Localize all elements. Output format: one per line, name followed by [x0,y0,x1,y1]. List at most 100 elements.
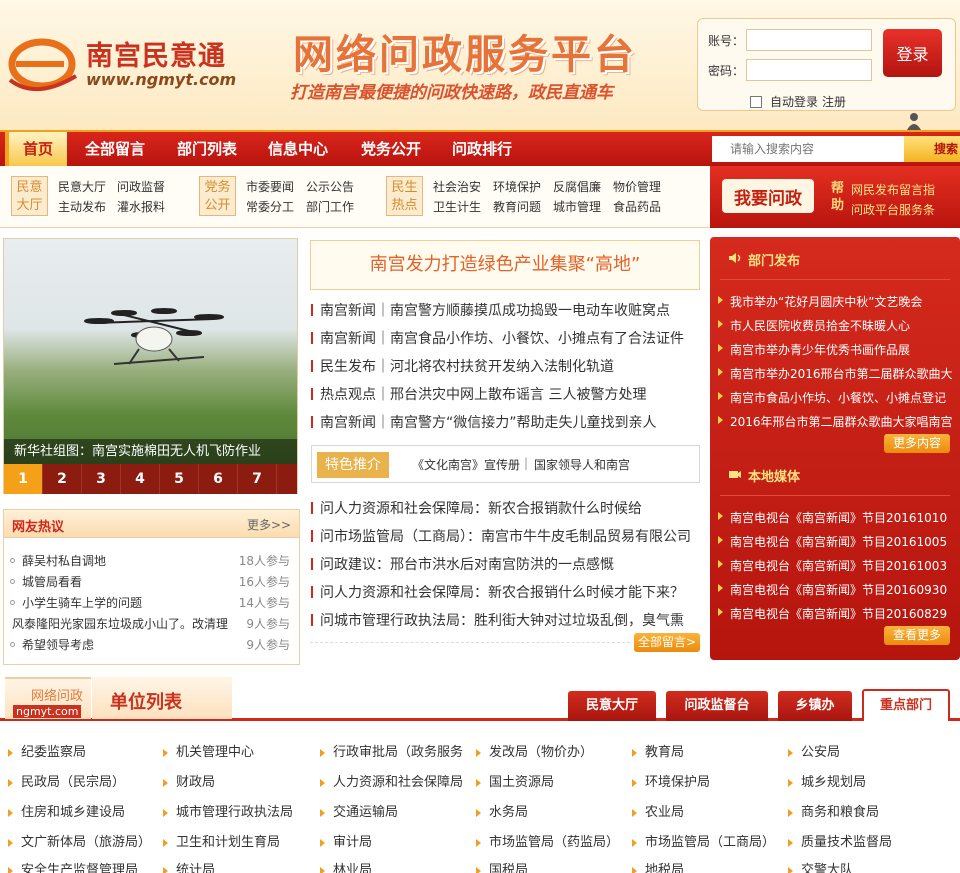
dept-item[interactable]: 南宫市举办2016邢台市第二届群众歌曲大 [718,363,960,383]
slider-image[interactable]: 新华社组图：南宫实施棉田无人机飞防作业 [4,239,297,464]
unit-name[interactable]: 机关管理中心 [176,745,254,760]
unit-link[interactable]: 地税局 [632,859,684,873]
password-input[interactable] [746,59,872,81]
unit-link[interactable]: 教育局 [632,741,684,760]
unit-link[interactable]: 财政局 [163,771,215,790]
subnav-link[interactable]: 灌水报料 [117,198,165,215]
news-item[interactable]: 南宫新闻｜南宫警方“微信接力”帮助走失儿童找到亲人 [311,412,701,432]
media-item-title[interactable]: 南宫电视台《南宫新闻》节目20161003 [730,557,947,574]
slider-tab[interactable]: 6 [199,464,238,494]
hot-topics-more-link[interactable]: 更多>> [247,516,291,533]
slider-caption[interactable]: 新华社组图：南宫实施棉田无人机飞防作业 [4,439,297,464]
unit-link[interactable]: 机关管理中心 [163,741,254,760]
list-item[interactable]: 希望领导考虑 9人参与 [10,634,294,654]
unit-name[interactable]: 财政局 [176,775,215,790]
subnav-link[interactable]: 市委要闻 [246,178,294,195]
auto-login-checkbox[interactable] [750,95,762,108]
subnav-link[interactable]: 物价管理 [613,178,661,195]
dept-item-title[interactable]: 南宫市举办2016邢台市第二届群众歌曲大 [730,365,953,382]
ask-question-button[interactable]: 我要问政 [722,179,814,213]
nav-party-affairs[interactable]: 党务公开 [361,132,421,166]
unit-link[interactable]: 质量技术监督局 [788,831,892,850]
unit-link[interactable]: 水务局 [476,801,528,820]
media-item-title[interactable]: 南宫电视台《南宫新闻》节目20161005 [730,533,947,550]
subnav-link[interactable]: 卫生计生 [433,198,481,215]
media-item[interactable]: 南宫电视台《南宫新闻》节目20161005 [718,531,960,551]
subnav-link[interactable]: 公示公告 [306,178,354,195]
unit-link[interactable]: 城乡规划局 [788,771,866,790]
list-item[interactable]: 风泰隆阳光家园东垃圾成小山了。改清理 9人参与 [10,613,294,633]
dept-item-title[interactable]: 南宫市食品小作坊、小餐饮、小摊点登记 [730,389,946,406]
nav-ranking[interactable]: 问政排行 [452,132,512,166]
unit-link[interactable]: 纪委监察局 [8,741,86,760]
question-item[interactable]: 问城市管理行政执法局：胜利街大钟对过垃圾乱倒，臭气熏 [311,610,689,630]
unit-name[interactable]: 纪委监察局 [21,745,86,760]
unit-link[interactable]: 国土资源局 [476,771,554,790]
list-item[interactable]: 薛吴村私自调地 18人参与 [10,550,294,570]
dept-item[interactable]: 南宫市食品小作坊、小餐饮、小摊点登记 [718,387,960,407]
news-title[interactable]: 热点观点｜邢台洪灾中网上散布谣言 三人被警方处理 [320,384,646,404]
account-input[interactable] [746,29,872,51]
unit-link[interactable]: 公安局 [788,741,840,760]
unit-name[interactable]: 安全生产监督管理局 [21,863,138,873]
list-item[interactable]: 小学生骑车上学的问题 14人参与 [10,592,294,612]
unit-name[interactable]: 文广新体局（旅游局） [21,835,151,850]
unit-name[interactable]: 城乡规划局 [801,775,866,790]
unit-name[interactable]: 交警大队 [801,863,853,873]
unit-link[interactable]: 国税局 [476,859,528,873]
news-title[interactable]: 南宫新闻｜南宫警方“微信接力”帮助走失儿童找到亲人 [320,412,657,432]
login-button[interactable]: 登录 [883,29,942,77]
nav-all-messages[interactable]: 全部留言 [85,132,145,166]
news-item[interactable]: 热点观点｜邢台洪灾中网上散布谣言 三人被警方处理 [311,384,701,404]
media-item-title[interactable]: 南宫电视台《南宫新闻》节目20160829 [730,605,947,622]
unit-name[interactable]: 统计局 [176,863,215,873]
unit-name[interactable]: 人力资源和社会保障局 [333,775,463,790]
slider-tab[interactable]: 7 [238,464,277,494]
dept-item[interactable]: 市人民医院收费员拾金不昧暖人心 [718,315,960,335]
unit-name[interactable]: 水务局 [489,805,528,820]
media-item-title[interactable]: 南宫电视台《南宫新闻》节目20161010 [730,509,947,526]
all-messages-button[interactable]: 全部留言> [634,633,700,652]
unit-name[interactable]: 交通运输局 [333,805,398,820]
media-item-title[interactable]: 南宫电视台《南宫新闻》节目20160930 [730,581,947,598]
media-item[interactable]: 南宫电视台《南宫新闻》节目20160930 [718,579,960,599]
unit-link[interactable]: 行政审批局（政务服务 [320,741,463,760]
slider-tab[interactable]: 5 [160,464,199,494]
unit-name[interactable]: 质量技术监督局 [801,835,892,850]
unit-name[interactable]: 地税局 [645,863,684,873]
unit-link[interactable]: 卫生和计划生育局 [163,831,280,850]
media-item[interactable]: 南宫电视台《南宫新闻》节目20161010 [718,507,960,527]
question-item[interactable]: 问政建议：邢台市洪水后对南宫防洪的一点感慨 [311,554,701,574]
auto-login-label[interactable]: 自动登录 [770,93,818,110]
question-item[interactable]: 问市场监管局（工商局）：南宫市牛牛皮毛制品贸易有限公司 [311,526,701,546]
hot-topic-title[interactable]: 薛吴村私自调地 [22,552,106,569]
unit-name[interactable]: 农业局 [645,805,684,820]
media-item[interactable]: 南宫电视台《南宫新闻》节目20161003 [718,555,960,575]
units-tab-key-departments[interactable]: 重点部门 [862,689,950,721]
unit-link[interactable]: 城市管理行政执法局 [163,801,293,820]
news-title[interactable]: 南宫新闻｜南宫食品小作坊、小餐饮、小摊点有了合法证件 [320,328,684,348]
unit-name[interactable]: 国税局 [489,863,528,873]
question-title[interactable]: 问城市管理行政执法局：胜利街大钟对过垃圾乱倒，臭气熏 [320,610,684,630]
question-title[interactable]: 问人力资源和社会保障局：新农合报销款什么时候给 [320,498,642,518]
unit-link[interactable]: 商务和粮食局 [788,801,879,820]
units-tab-townships[interactable]: 乡镇办 [778,691,852,721]
subnav-link[interactable]: 城市管理 [553,198,601,215]
news-item[interactable]: 南宫新闻｜南宫警方顺藤摸瓜成功捣毁一电动车收赃窝点 [311,300,701,320]
unit-name[interactable]: 市场监管局（药监局） [489,835,619,850]
unit-name[interactable]: 发改局（物价办） [489,745,593,760]
unit-link[interactable]: 林业局 [320,859,372,873]
slider-tab[interactable]: 1 [4,464,43,494]
slider-tab[interactable]: 3 [82,464,121,494]
unit-link[interactable]: 市场监管局（工商局） [632,831,775,850]
dept-more-button[interactable]: 更多内容 [884,434,950,453]
unit-link[interactable]: 人力资源和社会保障局 [320,771,463,790]
nav-info-center[interactable]: 信息中心 [268,132,328,166]
news-title[interactable]: 南宫新闻｜南宫警方顺藤摸瓜成功捣毁一电动车收赃窝点 [320,300,670,320]
unit-link[interactable]: 交通运输局 [320,801,398,820]
question-title[interactable]: 问政建议：邢台市洪水后对南宫防洪的一点感慨 [320,554,614,574]
subnav-link[interactable]: 教育问题 [493,198,541,215]
unit-name[interactable]: 林业局 [333,863,372,873]
list-item[interactable]: 城管局看看 16人参与 [10,571,294,591]
nav-department-list[interactable]: 部门列表 [177,132,237,166]
